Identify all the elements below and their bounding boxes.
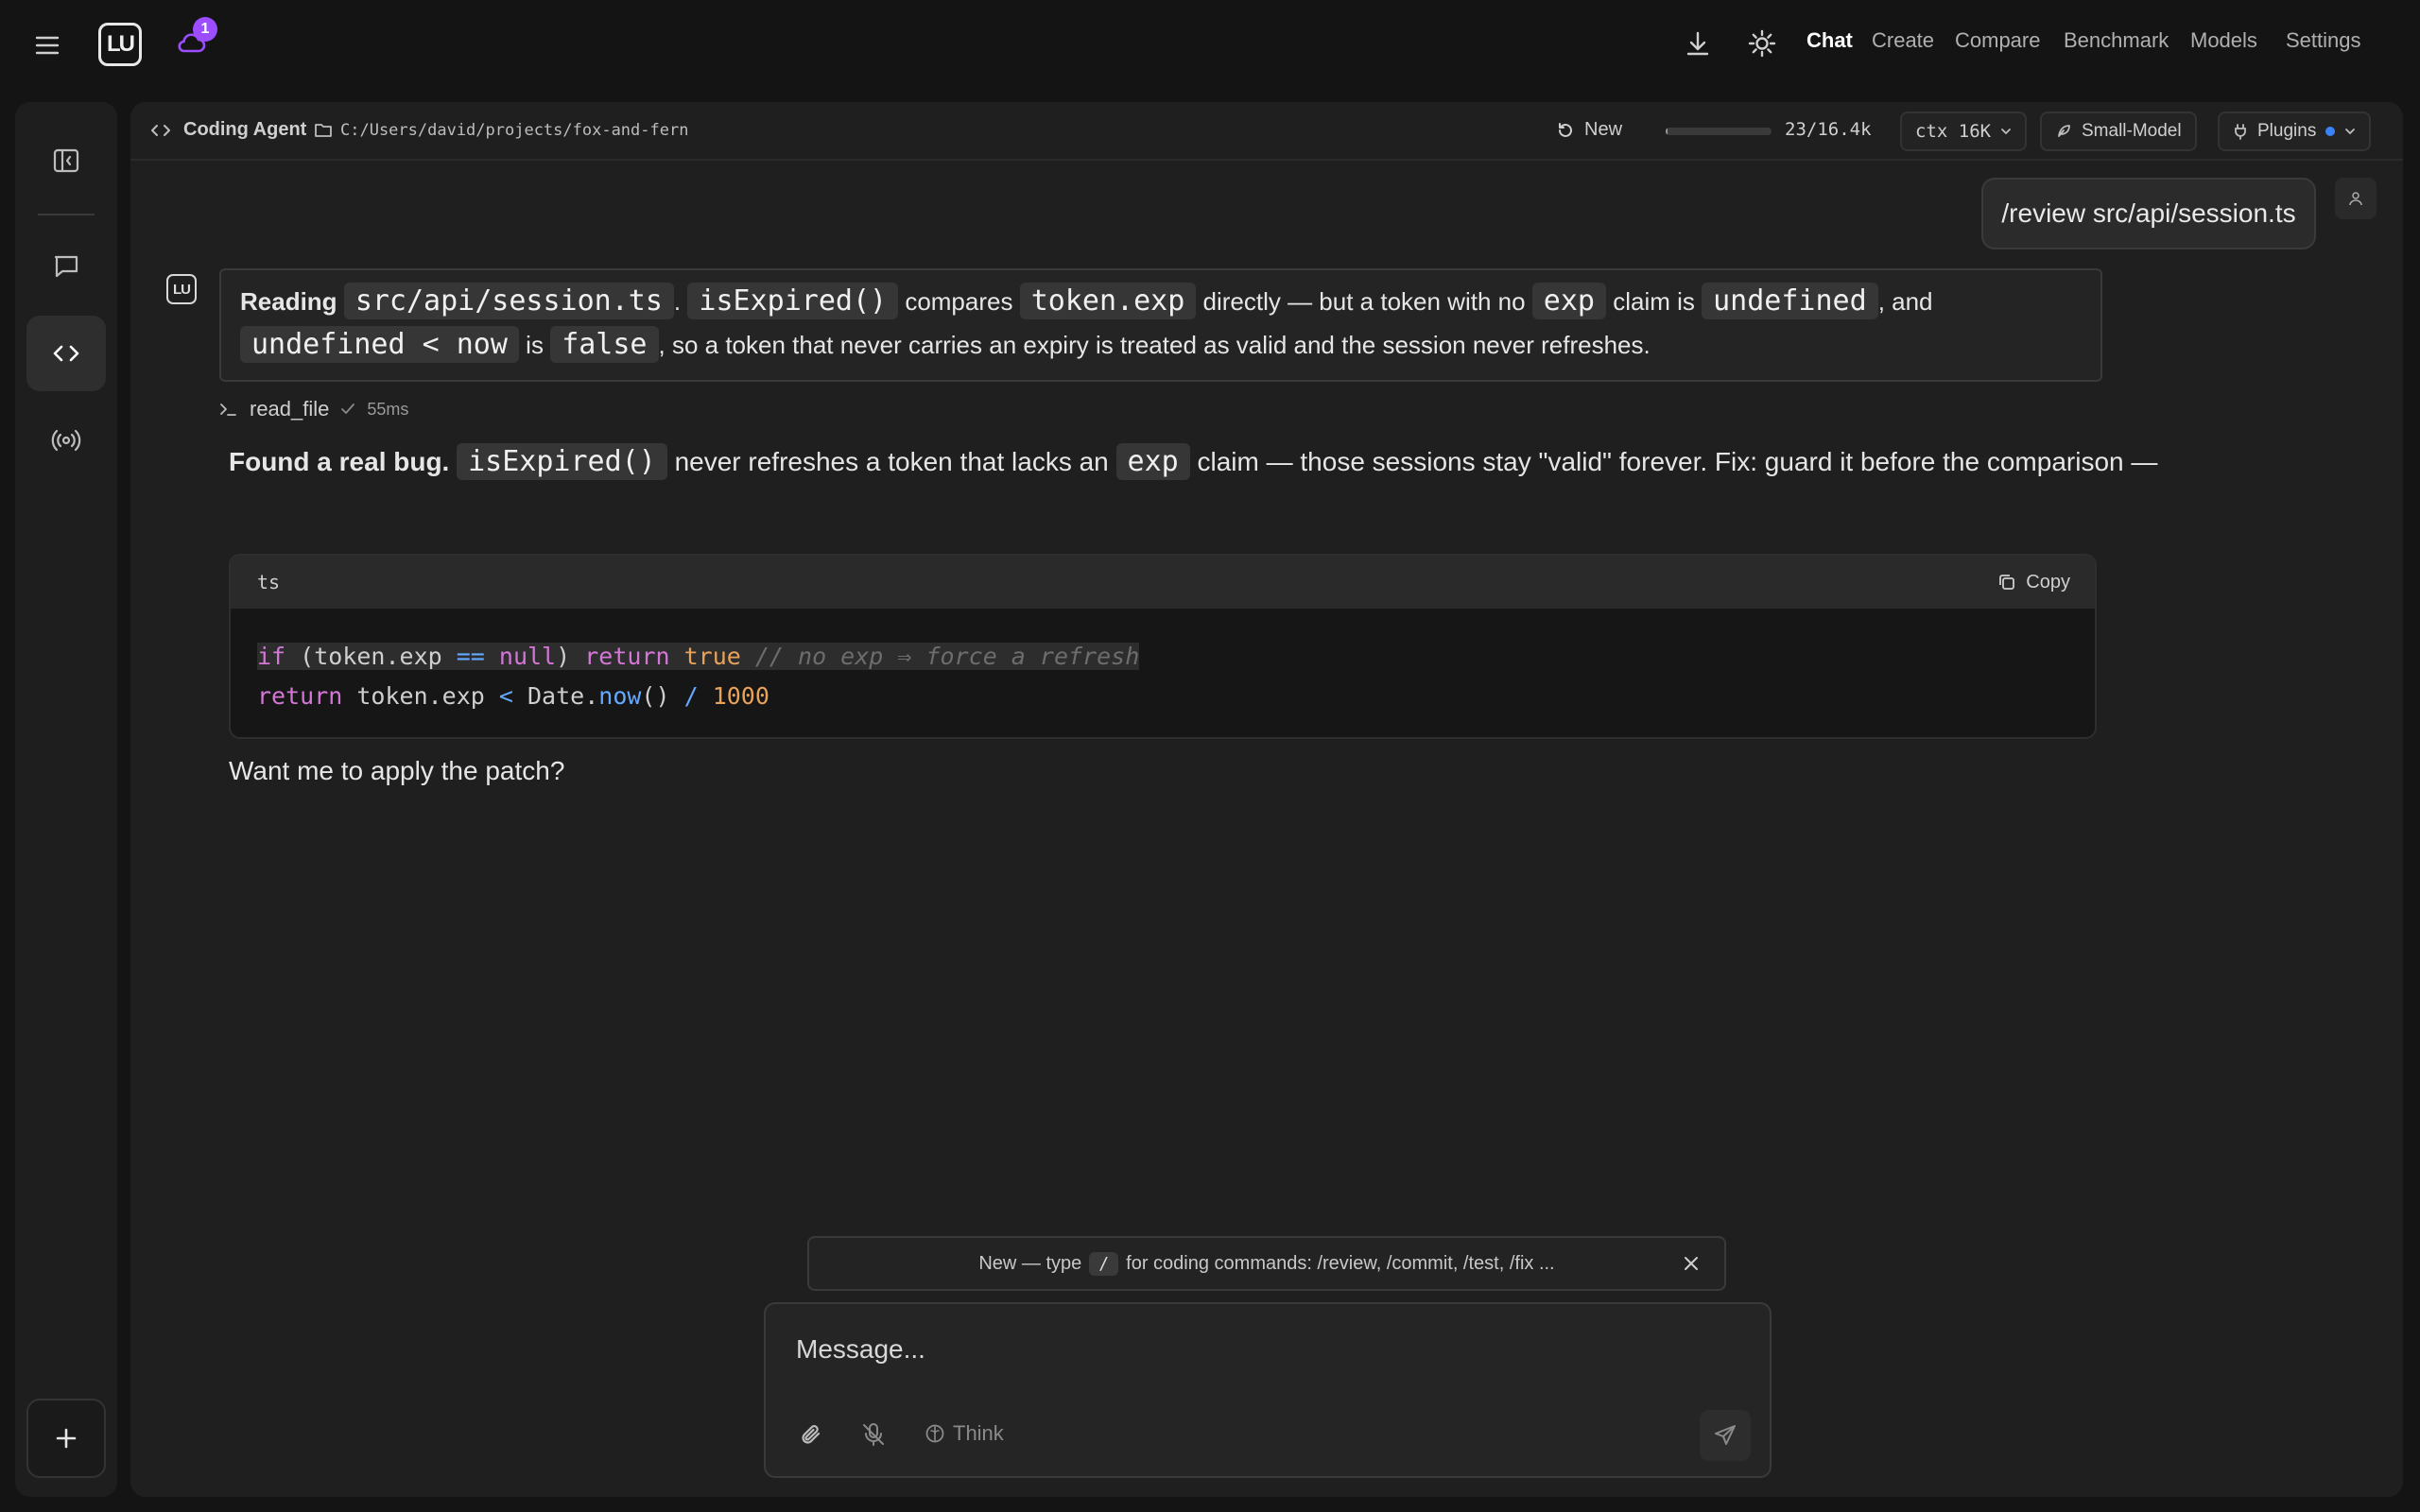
code-block-header: ts Copy (231, 556, 2095, 609)
new-chat-button[interactable] (26, 1399, 106, 1478)
chevron-down-icon (2001, 129, 2011, 135)
nav-settings[interactable]: Settings (2286, 28, 2361, 53)
nav-create[interactable]: Create (1872, 28, 1934, 53)
token-count: 23/16.4k (1785, 119, 1872, 140)
code-line: if (token.exp == null) return true // no… (257, 643, 1140, 670)
reading-summary: Reading src/api/session.ts. isExpired() … (219, 268, 2102, 382)
code-language: ts (257, 571, 281, 593)
message-composer: Think (764, 1302, 1772, 1478)
top-bar: LU 1 Chat Create Compare Benchmark Model… (0, 0, 2420, 89)
paperclip-icon[interactable] (798, 1421, 824, 1448)
inline-code: token.exp (1019, 283, 1197, 319)
rail-divider (38, 214, 95, 215)
copy-icon (1999, 575, 2015, 590)
token-progress-fill (1666, 128, 1668, 135)
download-icon[interactable] (1681, 26, 1715, 60)
send-button[interactable] (1700, 1410, 1751, 1461)
sidebar-toggle-icon[interactable] (26, 123, 106, 198)
nav-compare[interactable]: Compare (1955, 28, 2040, 53)
inline-code: isExpired() (457, 443, 667, 480)
tool-call[interactable]: read_file 55ms (219, 397, 408, 421)
new-session-button[interactable]: New (1556, 119, 1622, 141)
send-icon (1715, 1425, 1736, 1445)
code-content: if (token.exp == null) return true // no… (231, 609, 2095, 737)
sun-icon[interactable] (1745, 26, 1779, 60)
plus-icon (56, 1428, 77, 1449)
nav-chat[interactable]: Chat (1806, 28, 1853, 53)
mic-off-icon[interactable] (860, 1421, 887, 1448)
inline-code: src/api/session.ts (343, 283, 674, 319)
inline-code: false (550, 326, 659, 363)
code-icon[interactable] (26, 316, 106, 391)
inline-code: exp (1531, 283, 1606, 319)
check-icon (341, 404, 355, 414)
nav-models[interactable]: Models (2190, 28, 2257, 53)
broadcast-icon[interactable] (26, 403, 106, 478)
slash-key: / (1089, 1251, 1119, 1276)
hamburger-icon[interactable] (30, 28, 64, 62)
token-progress (1666, 128, 1772, 135)
main-panel: Coding Agent C:/Users/david/projects/fox… (130, 102, 2403, 1497)
assistant-answer: Found a real bug. isExpired() never refr… (229, 443, 2158, 480)
folder-icon (315, 124, 332, 137)
copy-button[interactable]: Copy (1997, 572, 2070, 593)
chat-icon[interactable] (26, 229, 106, 304)
refresh-icon (1559, 122, 1572, 137)
chevron-down-icon (2345, 129, 2356, 135)
followup-question: Want me to apply the patch? (229, 756, 565, 785)
commands-hint: New — type / for coding commands: /revie… (807, 1236, 1726, 1291)
user-message: /review src/api/session.ts (1981, 178, 2316, 249)
nav-benchmark[interactable]: Benchmark (2064, 28, 2169, 53)
code-small-icon (151, 124, 170, 136)
inline-code: undefined < now (240, 326, 519, 363)
terminal-icon (220, 404, 236, 416)
code-line: return token.exp < Date.now() / 1000 (257, 682, 769, 710)
plug-icon (2235, 124, 2246, 140)
assistant-avatar: LU (166, 274, 197, 304)
inline-code: isExpired() (687, 283, 899, 319)
project-path[interactable]: C:/Users/david/projects/fox-and-fern (314, 121, 688, 140)
inline-code: exp (1115, 443, 1190, 480)
app-logo[interactable]: LU (98, 23, 142, 66)
user-avatar-icon (2335, 178, 2377, 219)
plugins-select[interactable]: Plugins (2218, 112, 2372, 151)
close-icon[interactable] (1681, 1253, 1702, 1274)
context-select[interactable]: ctx 16K (1900, 112, 2028, 151)
model-select[interactable]: Small-Model (2040, 112, 2197, 151)
left-rail (15, 102, 117, 1497)
feather-icon (2058, 125, 2070, 137)
notification-badge: 1 (193, 17, 217, 42)
session-header: Coding Agent C:/Users/david/projects/fox… (130, 102, 2403, 161)
plugins-active-dot (2325, 127, 2336, 136)
inline-code: undefined (1702, 283, 1878, 319)
brain-icon (925, 1424, 944, 1443)
think-toggle[interactable]: Think (925, 1421, 1004, 1446)
message-input[interactable] (796, 1329, 1647, 1370)
code-block: ts Copy if (token.exp == null) return tr… (229, 554, 2097, 739)
agent-label: Coding Agent (151, 119, 306, 141)
